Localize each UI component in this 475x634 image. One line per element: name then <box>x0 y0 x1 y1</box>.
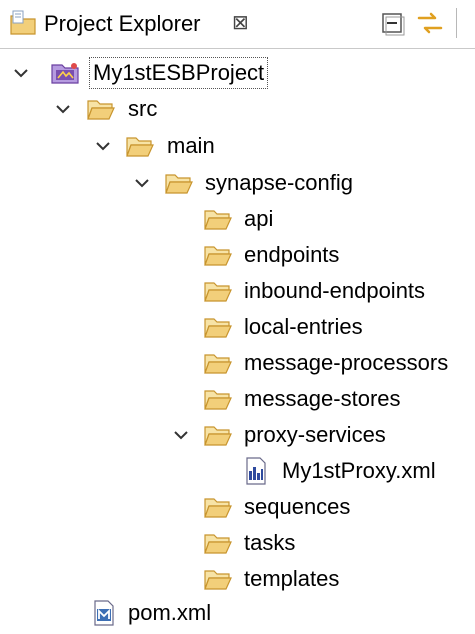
tree-item-message-stores[interactable]: message-stores <box>0 382 475 416</box>
link-with-editor-icon[interactable] <box>415 8 445 38</box>
tree-item-synapse-config[interactable]: synapse-config <box>0 166 475 200</box>
tree-item-label: src <box>128 96 158 121</box>
open-folder-icon <box>204 390 232 410</box>
chevron-down-icon[interactable] <box>55 103 71 115</box>
tree-item-label: api <box>244 206 274 231</box>
tree-item-label: templates <box>244 566 340 591</box>
open-folder-icon <box>204 282 232 302</box>
open-folder-icon <box>204 570 232 590</box>
tree-item-label: sequences <box>244 494 351 519</box>
open-folder-icon <box>204 498 232 518</box>
tree-item-label: message-stores <box>244 386 401 411</box>
chevron-down-icon[interactable] <box>134 177 150 189</box>
project-explorer-view: Project Explorer ⊠ My1stESBProject src m… <box>0 0 475 634</box>
chevron-down-icon[interactable] <box>95 140 111 152</box>
tree-item-tasks[interactable]: tasks <box>0 526 475 560</box>
project-explorer-tab[interactable]: Project Explorer ⊠ <box>0 0 270 48</box>
tree-item-api[interactable]: api <box>0 202 475 236</box>
open-folder-icon <box>204 246 232 266</box>
tree-item-proxy-file[interactable]: My1stProxy.xml <box>0 454 475 488</box>
tree-item-pom[interactable]: pom.xml <box>0 596 475 630</box>
open-folder-icon <box>204 318 232 338</box>
tree-item-label: My1stESBProject <box>88 57 269 89</box>
toolbar-separator <box>456 8 457 38</box>
tree-item-label: endpoints <box>244 242 340 267</box>
open-folder-icon <box>204 534 232 554</box>
proxy-xml-file-icon <box>246 457 266 485</box>
open-folder-icon <box>126 137 154 157</box>
tree-item-label: message-processors <box>244 350 449 375</box>
project-tree: My1stESBProject src main synapse-config … <box>0 48 475 634</box>
open-folder-icon <box>204 210 232 230</box>
project-explorer-icon <box>10 10 36 35</box>
tree-item-label: proxy-services <box>244 422 386 447</box>
open-folder-icon <box>204 354 232 374</box>
maven-pom-file-icon <box>94 600 114 626</box>
tree-item-label: My1stProxy.xml <box>282 458 436 483</box>
tree-item-label: local-entries <box>244 314 363 339</box>
view-title: Project Explorer <box>44 11 201 36</box>
view-tab-bar: Project Explorer ⊠ <box>0 0 475 49</box>
tree-item-message-processors[interactable]: message-processors <box>0 346 475 380</box>
chevron-down-icon[interactable] <box>13 67 29 79</box>
close-icon[interactable]: ⊠ <box>232 9 249 37</box>
tree-item-label: tasks <box>244 530 296 555</box>
tree-item-project[interactable]: My1stESBProject <box>0 56 475 90</box>
tree-item-label: main <box>167 133 215 158</box>
tree-item-endpoints[interactable]: endpoints <box>0 238 475 272</box>
tree-item-proxy-services[interactable]: proxy-services <box>0 418 475 452</box>
tree-item-src[interactable]: src <box>0 92 475 126</box>
tree-item-local-entries[interactable]: local-entries <box>0 310 475 344</box>
esb-project-icon <box>51 63 79 84</box>
open-folder-icon <box>165 174 193 194</box>
tree-item-inbound-endpoints[interactable]: inbound-endpoints <box>0 274 475 308</box>
tree-item-main[interactable]: main <box>0 129 475 163</box>
tree-item-label: synapse-config <box>205 170 353 195</box>
open-folder-icon <box>87 100 115 120</box>
open-folder-icon <box>204 426 232 446</box>
tree-item-sequences[interactable]: sequences <box>0 490 475 524</box>
collapse-all-icon[interactable] <box>377 8 407 38</box>
chevron-down-icon[interactable] <box>173 429 189 441</box>
tree-item-label: pom.xml <box>128 600 212 625</box>
tree-item-templates[interactable]: templates <box>0 562 475 596</box>
tree-item-label: inbound-endpoints <box>244 278 426 303</box>
